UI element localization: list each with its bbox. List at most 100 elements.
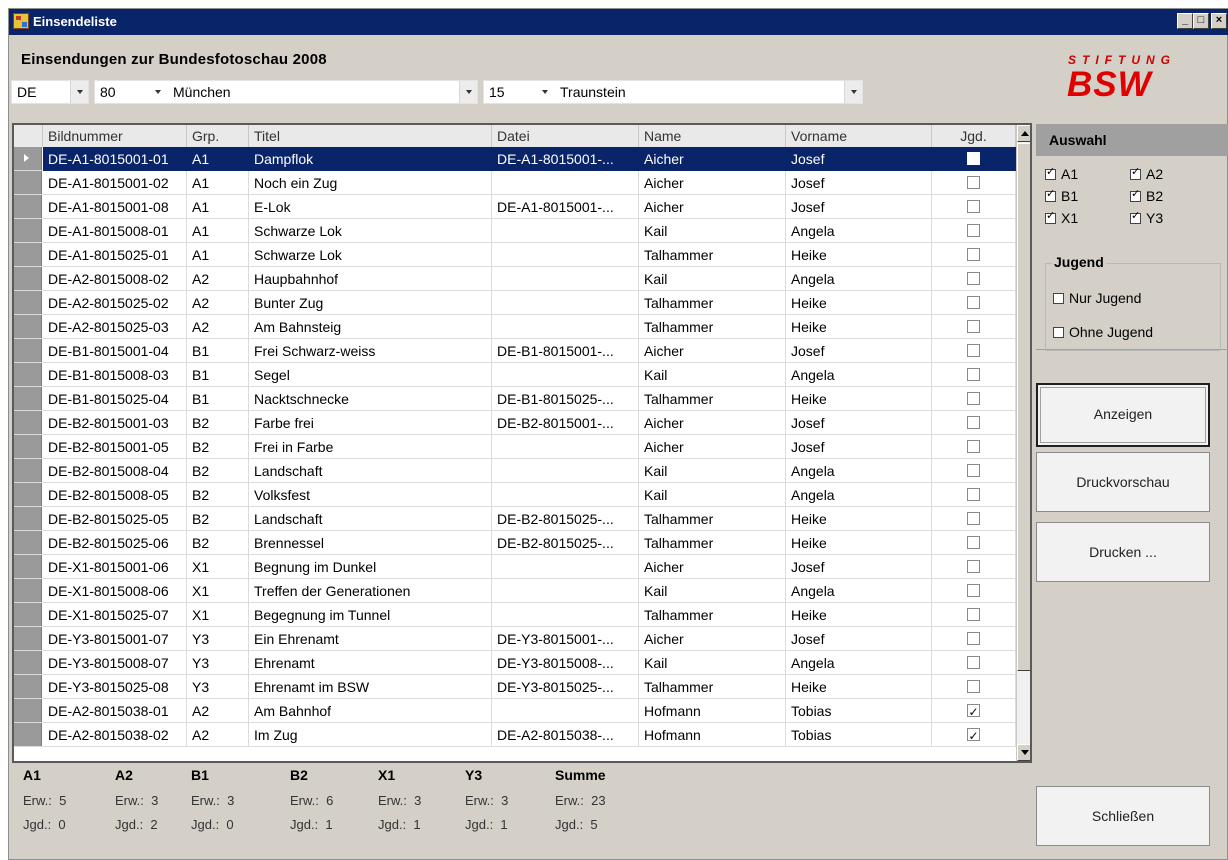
row-selector[interactable] — [14, 243, 42, 266]
table-row[interactable]: DE-B1-8015025-04 B1 Nacktschnecke DE-B1-80… — [14, 387, 1016, 411]
column-header-grp[interactable]: Grp. — [187, 125, 249, 147]
table-row[interactable]: DE-A2-8015038-01 A2 Am Bahnhof Hofmann Tobia… — [14, 699, 1016, 723]
row-selector[interactable] — [14, 483, 42, 506]
cell-jgd[interactable] — [932, 675, 1016, 699]
row-selector[interactable] — [14, 603, 42, 626]
table-row[interactable]: DE-A1-8015025-01 A1 Schwarze Lok Talhammer H… — [14, 243, 1016, 267]
row-selector[interactable] — [14, 339, 42, 362]
table-row[interactable]: DE-B2-8015008-04 B2 Landschaft Kail Angela — [14, 459, 1016, 483]
bezirk-combo[interactable]: München — [168, 80, 478, 104]
column-header-name[interactable]: Name — [639, 125, 786, 147]
row-selector[interactable] — [14, 363, 42, 386]
jugend-checkbox[interactable] — [966, 464, 980, 477]
verein-combo[interactable]: Traunstein — [555, 80, 863, 104]
schliessen-button[interactable]: Schließen — [1036, 786, 1210, 846]
table-row[interactable]: DE-A1-8015001-02 A1 Noch ein Zug Aicher Jose… — [14, 171, 1016, 195]
row-selector[interactable] — [14, 171, 42, 194]
row-selector[interactable] — [14, 195, 42, 218]
checkbox-icon[interactable] — [1053, 293, 1064, 304]
row-selector[interactable] — [14, 651, 42, 674]
close-button[interactable]: × — [1211, 13, 1227, 29]
jugend-checkbox[interactable] — [966, 512, 980, 525]
minimize-button[interactable]: _ — [1177, 13, 1193, 29]
jugend-checkbox[interactable] — [966, 680, 980, 693]
cell-jgd[interactable] — [932, 219, 1016, 243]
row-selector[interactable] — [14, 387, 42, 410]
checkbox-icon[interactable] — [1045, 165, 1056, 180]
row-selector[interactable] — [14, 459, 42, 482]
cell-jgd[interactable] — [932, 363, 1016, 387]
jugend-checkbox[interactable] — [966, 320, 980, 333]
table-row[interactable]: DE-X1-8015001-06 X1 Begnung im Dunkel Aiche… — [14, 555, 1016, 579]
table-row[interactable]: DE-B2-8015001-03 B2 Farbe frei DE-B2-801500… — [14, 411, 1016, 435]
cell-jgd[interactable] — [932, 723, 1016, 747]
chevron-down-icon[interactable] — [536, 81, 554, 103]
cell-jgd[interactable] — [932, 243, 1016, 267]
jugend-checkbox[interactable] — [966, 656, 980, 669]
checkbox-icon[interactable] — [1130, 165, 1141, 180]
group-checkbox-x1[interactable]: X1 — [1045, 209, 1078, 226]
jugend-checkbox[interactable] — [966, 248, 980, 261]
table-row[interactable]: DE-Y3-8015008-07 Y3 Ehrenamt DE-Y3-8015008-… — [14, 651, 1016, 675]
table-row[interactable]: DE-A2-8015025-03 A2 Am Bahnsteig Talhammer H… — [14, 315, 1016, 339]
table-row[interactable]: DE-X1-8015008-06 X1 Treffen der Generation… — [14, 579, 1016, 603]
row-selector[interactable] — [14, 675, 42, 698]
row-selector[interactable] — [14, 627, 42, 650]
table-row[interactable]: DE-X1-8015025-07 X1 Begegnung im Tunnel Tal… — [14, 603, 1016, 627]
jugend-checkbox[interactable] — [966, 440, 980, 453]
group-checkbox-b1[interactable]: B1 — [1045, 187, 1078, 204]
checkbox-icon[interactable] — [1045, 209, 1056, 224]
row-selector[interactable] — [14, 531, 42, 554]
row-selector[interactable] — [14, 219, 42, 242]
jugend-checkbox[interactable] — [966, 488, 980, 501]
table-row[interactable]: DE-B2-8015025-06 B2 Brennessel DE-B2-801502… — [14, 531, 1016, 555]
cell-jgd[interactable] — [932, 555, 1016, 579]
row-selector[interactable] — [14, 579, 42, 602]
row-selector[interactable] — [14, 267, 42, 290]
cell-jgd[interactable] — [932, 267, 1016, 291]
anzeigen-button[interactable]: Anzeigen — [1036, 383, 1210, 447]
cell-jgd[interactable] — [932, 699, 1016, 723]
table-row[interactable]: DE-Y3-8015025-08 Y3 Ehrenamt im BSW DE-Y3-8… — [14, 675, 1016, 699]
group-checkbox-y3[interactable]: Y3 — [1130, 209, 1163, 226]
row-selector[interactable] — [14, 723, 42, 746]
table-row[interactable]: DE-B1-8015008-03 B1 Segel Kail Angela — [14, 363, 1016, 387]
column-header-vorname[interactable]: Vorname — [786, 125, 932, 147]
jugend-checkbox[interactable] — [966, 296, 980, 309]
cell-jgd[interactable] — [932, 171, 1016, 195]
jugend-checkbox[interactable] — [966, 368, 980, 381]
jugend-checkbox[interactable] — [966, 392, 980, 405]
cell-jgd[interactable] — [932, 195, 1016, 219]
cell-jgd[interactable] — [932, 435, 1016, 459]
column-header-titel[interactable]: Titel — [249, 125, 492, 147]
jugend-checkbox[interactable] — [966, 536, 980, 549]
row-selector[interactable] — [14, 291, 42, 314]
cell-jgd[interactable] — [932, 651, 1016, 675]
jugend-checkbox[interactable] — [966, 344, 980, 357]
entries-grid[interactable]: Bildnummer Grp. Titel Datei Name Vorname Jgd. … — [12, 123, 1032, 763]
column-header-datei[interactable]: Datei — [492, 125, 639, 147]
scroll-thumb[interactable] — [1017, 143, 1030, 671]
jugend-checkbox[interactable] — [966, 416, 980, 429]
row-selector[interactable] — [14, 411, 42, 434]
table-row[interactable]: DE-A2-8015008-02 A2 Haupbahnhof Kail Angela — [14, 267, 1016, 291]
table-row[interactable]: DE-B2-8015025-05 B2 Landschaft DE-B2-801502… — [14, 507, 1016, 531]
row-selector[interactable] — [14, 555, 42, 578]
column-header-jgd[interactable]: Jgd. — [932, 125, 1016, 147]
group-checkbox-b2[interactable]: B2 — [1130, 187, 1163, 204]
land-combo[interactable]: DE — [11, 80, 89, 104]
table-row[interactable]: DE-B1-8015001-04 B1 Frei Schwarz-weiss DE-B… — [14, 339, 1016, 363]
table-row[interactable]: DE-A1-8015001-01 A1 Dampflok DE-A1-8015001-… — [14, 147, 1016, 171]
cell-jgd[interactable] — [932, 627, 1016, 651]
bezirk-number-combo[interactable]: 80 — [94, 80, 170, 104]
table-row[interactable]: DE-A1-8015001-08 A1 E-Lok DE-A1-8015001-...… — [14, 195, 1016, 219]
checkbox-icon[interactable] — [1130, 209, 1141, 224]
jugend-checkbox[interactable] — [966, 176, 980, 189]
cell-jgd[interactable] — [932, 147, 1016, 171]
cell-jgd[interactable] — [932, 483, 1016, 507]
jugend-checkbox[interactable] — [966, 632, 980, 645]
vertical-scrollbar[interactable] — [1016, 125, 1030, 761]
jugend-checkbox[interactable] — [966, 152, 980, 165]
column-header-bildnummer[interactable]: Bildnummer — [43, 125, 187, 147]
cell-jgd[interactable] — [932, 315, 1016, 339]
